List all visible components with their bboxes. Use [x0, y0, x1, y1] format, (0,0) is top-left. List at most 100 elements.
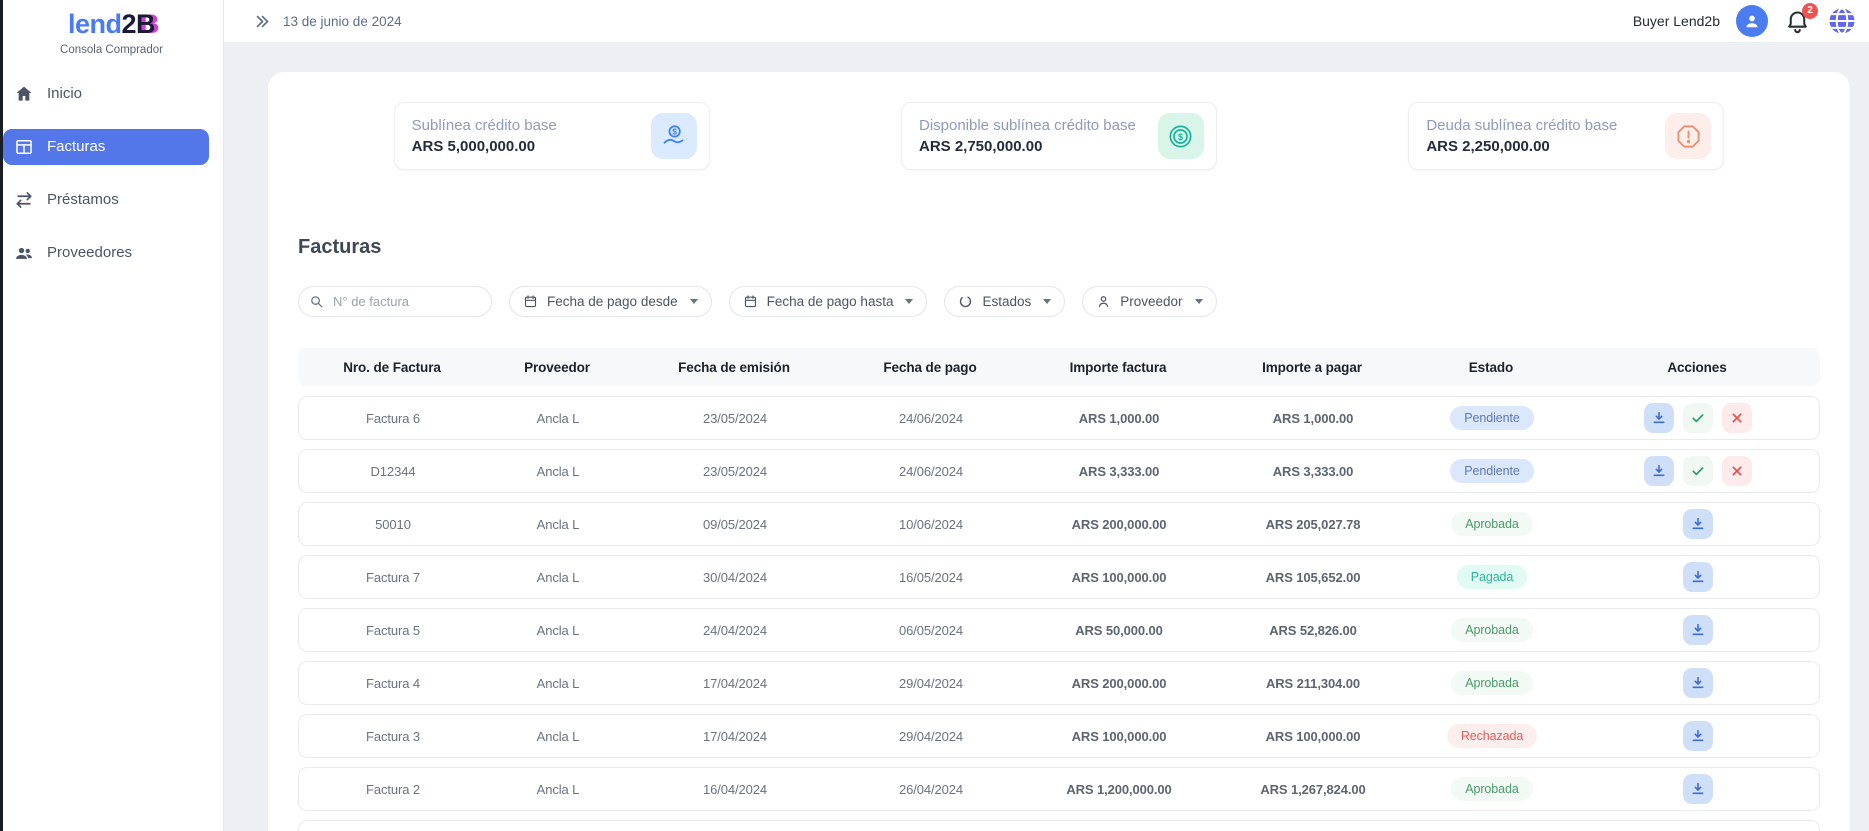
- table-row: Factura 6 Ancla L 23/05/2024 24/06/2024 …: [298, 396, 1820, 440]
- cell-provider: Ancla L: [487, 782, 629, 797]
- filter-bar: Fecha de pago desde Fecha de pago hasta …: [298, 286, 1820, 317]
- cell-pay-date: 24/06/2024: [841, 411, 1021, 426]
- page-title: Facturas: [298, 236, 1820, 259]
- cell-amount: ARS 1,200,000.00: [1021, 782, 1217, 797]
- stat-text: Disponible sublínea crédito base ARS 2,7…: [919, 117, 1158, 155]
- cell-actions: [1575, 615, 1821, 645]
- language-globe-button[interactable]: [1827, 6, 1857, 36]
- filter-proveedor[interactable]: Proveedor: [1082, 286, 1216, 317]
- approve-button[interactable]: [1683, 456, 1713, 486]
- cell-invoice: D12344: [299, 464, 487, 479]
- approve-button[interactable]: [1683, 403, 1713, 433]
- topbar: 13 de junio de 2024 Buyer Lend2b 2: [224, 0, 1869, 43]
- download-button[interactable]: [1644, 403, 1674, 433]
- invoice-search[interactable]: [298, 286, 492, 317]
- status-badge: Pagada: [1457, 565, 1528, 589]
- swap-icon: [14, 190, 34, 210]
- sidebar-item-facturas[interactable]: Facturas: [3, 129, 209, 165]
- reject-button[interactable]: [1722, 456, 1752, 486]
- close-icon: [1729, 463, 1745, 479]
- download-button[interactable]: [1683, 615, 1713, 645]
- cell-amount: ARS 100,000.00: [1021, 570, 1217, 585]
- filter-label: Fecha de pago desde: [547, 294, 678, 309]
- stat-title: Sublínea crédito base: [412, 117, 651, 134]
- stat-card-disponible: Disponible sublínea crédito base ARS 2,7…: [901, 102, 1217, 170]
- globe-icon: [1827, 6, 1857, 36]
- stat-title: Disponible sublínea crédito base: [919, 117, 1158, 134]
- main-area: Sublínea crédito base ARS 5,000,000.00 $…: [224, 43, 1869, 831]
- cell-amount-to-pay: ARS 52,826.00: [1217, 623, 1409, 638]
- download-button[interactable]: [1683, 774, 1713, 804]
- check-icon: [1690, 463, 1706, 479]
- sidebar-item-proveedores[interactable]: Proveedores: [3, 235, 209, 271]
- cell-amount: ARS 3,333.00: [1021, 464, 1217, 479]
- topbar-right: Buyer Lend2b 2: [1633, 5, 1857, 37]
- cell-issue-date: 17/04/2024: [629, 676, 841, 691]
- filter-estados[interactable]: Estados: [944, 286, 1065, 317]
- download-button[interactable]: [1683, 562, 1713, 592]
- sidebar-item-label: Proveedores: [47, 244, 132, 261]
- filter-label: Proveedor: [1120, 294, 1182, 309]
- stat-value: ARS 2,250,000.00: [1426, 138, 1665, 155]
- cell-status: Pendiente: [1409, 406, 1575, 430]
- status-badge: Pendiente: [1450, 406, 1533, 430]
- col-header-provider: Proveedor: [486, 360, 628, 375]
- table-row: Factura 7 Ancla L 30/04/2024 16/05/2024 …: [298, 555, 1820, 599]
- download-button[interactable]: [1683, 721, 1713, 751]
- cell-status: Aprobada: [1409, 618, 1575, 642]
- col-header-pay-date: Fecha de pago: [840, 360, 1020, 375]
- grid-icon: [14, 137, 34, 157]
- sidebar-item-inicio[interactable]: Inicio: [3, 76, 209, 112]
- filter-fecha-desde[interactable]: Fecha de pago desde: [509, 286, 712, 317]
- cell-provider: Ancla L: [487, 464, 629, 479]
- sidebar-item-prestamos[interactable]: Préstamos: [3, 182, 209, 218]
- cell-amount-to-pay: ARS 1,267,824.00: [1217, 782, 1409, 797]
- notifications-button[interactable]: 2: [1784, 8, 1811, 35]
- chevrons-right-icon[interactable]: [254, 13, 271, 30]
- cell-actions: [1575, 774, 1821, 804]
- cell-invoice: Factura 5: [299, 623, 487, 638]
- cell-amount-to-pay: ARS 3,333.00: [1217, 464, 1409, 479]
- cell-issue-date: 23/05/2024: [629, 411, 841, 426]
- user-avatar[interactable]: [1736, 5, 1768, 37]
- cell-amount-to-pay: ARS 1,000.00: [1217, 411, 1409, 426]
- download-button[interactable]: [1683, 509, 1713, 539]
- col-header-invoice: Nro. de Factura: [298, 360, 486, 375]
- cell-provider: Ancla L: [487, 570, 629, 585]
- cell-pay-date: 29/04/2024: [841, 676, 1021, 691]
- download-button[interactable]: [1644, 456, 1674, 486]
- download-icon: [1651, 463, 1667, 479]
- search-icon: [309, 294, 324, 309]
- cell-issue-date: 16/04/2024: [629, 782, 841, 797]
- table-row: Factura 5 Ancla L 24/04/2024 06/05/2024 …: [298, 608, 1820, 652]
- download-button[interactable]: [1683, 668, 1713, 698]
- stat-value: ARS 5,000,000.00: [412, 138, 651, 155]
- invoice-search-input[interactable]: [331, 293, 481, 310]
- sidebar-item-label: Préstamos: [47, 191, 119, 208]
- download-icon: [1690, 622, 1706, 638]
- download-icon: [1651, 410, 1667, 426]
- sidebar-nav: Inicio Facturas Préstamos Proveedores: [0, 76, 223, 271]
- stat-cards: Sublínea crédito base ARS 5,000,000.00 $…: [298, 102, 1820, 170]
- status-circle-icon: [958, 294, 973, 309]
- status-badge: Pendiente: [1450, 459, 1533, 483]
- table-row: Factura 3 Ancla L 17/04/2024 29/04/2024 …: [298, 714, 1820, 758]
- download-icon: [1690, 516, 1706, 532]
- cell-invoice: Factura 2: [299, 782, 487, 797]
- status-badge: Aprobada: [1451, 618, 1532, 642]
- home-icon: [14, 84, 34, 104]
- cell-pay-date: 10/06/2024: [841, 517, 1021, 532]
- cell-amount: ARS 200,000.00: [1021, 517, 1217, 532]
- reject-button[interactable]: [1722, 403, 1752, 433]
- cell-provider: Ancla L: [487, 676, 629, 691]
- col-header-amount-to-pay: Importe a pagar: [1216, 360, 1408, 375]
- topbar-left: 13 de junio de 2024: [254, 13, 402, 30]
- cell-provider: Ancla L: [487, 517, 629, 532]
- download-icon: [1690, 728, 1706, 744]
- close-icon: [1729, 410, 1745, 426]
- calendar-icon: [743, 294, 758, 309]
- filter-fecha-hasta[interactable]: Fecha de pago hasta: [729, 286, 928, 317]
- stat-value: ARS 2,750,000.00: [919, 138, 1158, 155]
- cell-invoice: Factura 7: [299, 570, 487, 585]
- cell-amount: ARS 1,000.00: [1021, 411, 1217, 426]
